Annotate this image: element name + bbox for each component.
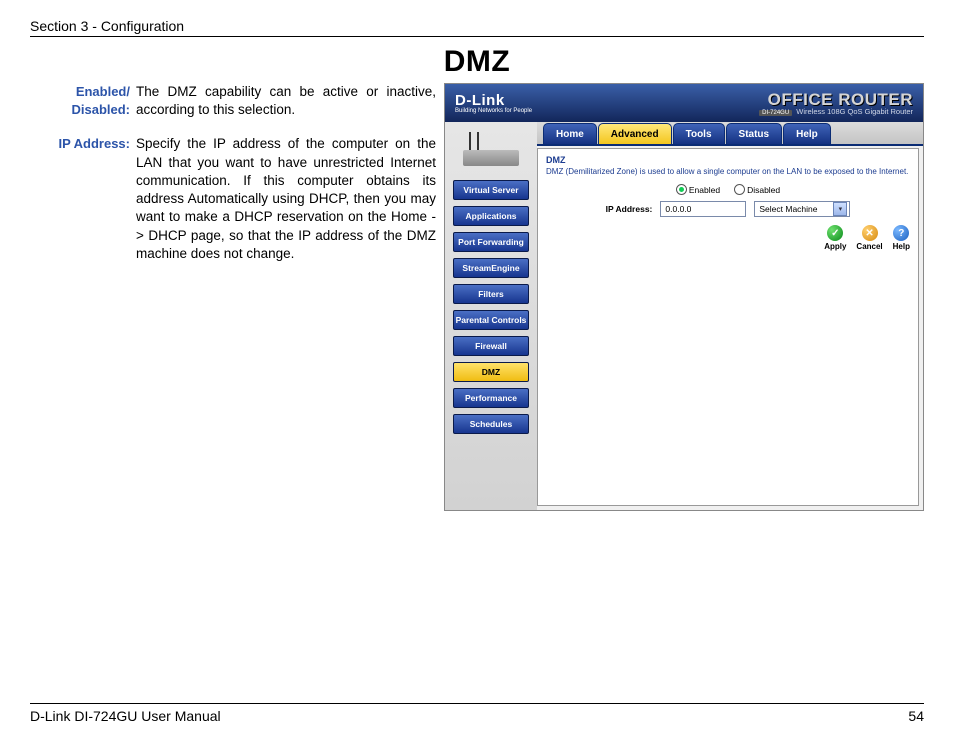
sidenav-port-forwarding[interactable]: Port Forwarding: [453, 232, 529, 252]
description-column: Enabled/ Disabled: The DMZ capability ca…: [30, 83, 436, 279]
radio-dot-icon: [676, 184, 687, 195]
question-icon: ?: [893, 225, 909, 241]
sidenav-schedules[interactable]: Schedules: [453, 414, 529, 434]
panel-title: DMZ: [546, 155, 910, 165]
radio-enabled[interactable]: Enabled: [676, 184, 720, 195]
footer-manual: D-Link DI-724GU User Manual: [30, 708, 221, 724]
x-icon: ✕: [862, 225, 878, 241]
footer-page: 54: [908, 708, 924, 724]
tab-home[interactable]: Home: [543, 123, 597, 144]
panel-desc: DMZ (Demilitarized Zone) is used to allo…: [546, 167, 910, 176]
brand-tagline: Building Networks for People: [455, 108, 532, 114]
router-image: [455, 130, 527, 170]
ip-label: IP Address:: [606, 204, 653, 214]
router-screenshot: D-Link Building Networks for People OFFI…: [444, 83, 924, 511]
sidenav-filters[interactable]: Filters: [453, 284, 529, 304]
router-header: D-Link Building Networks for People OFFI…: [445, 84, 923, 122]
sidenav-virtual-server[interactable]: Virtual Server: [453, 180, 529, 200]
dmz-panel: DMZ DMZ (Demilitarized Zone) is used to …: [537, 148, 919, 506]
tab-help[interactable]: Help: [783, 123, 831, 144]
section-header: Section 3 - Configuration: [30, 18, 924, 37]
product-name: OFFICE ROUTER: [759, 91, 913, 108]
sidenav-firewall[interactable]: Firewall: [453, 336, 529, 356]
tab-bar: Home Advanced Tools Status Help: [537, 122, 923, 146]
tab-advanced[interactable]: Advanced: [598, 123, 672, 144]
radio-disabled[interactable]: Disabled: [734, 184, 780, 195]
desc-text-ip: Specify the IP address of the computer o…: [136, 135, 436, 263]
apply-button[interactable]: ✓ Apply: [824, 225, 846, 251]
desc-label-enabled: Enabled/ Disabled:: [30, 83, 136, 119]
brand-logo: D-Link: [455, 92, 505, 109]
sidenav-dmz[interactable]: DMZ: [453, 362, 529, 382]
chevron-down-icon: ▾: [833, 202, 847, 216]
tab-tools[interactable]: Tools: [673, 123, 725, 144]
page-title: DMZ: [30, 45, 924, 79]
ip-input[interactable]: 0.0.0.0: [660, 201, 746, 217]
product-model: DI-724GU: [759, 110, 792, 116]
product-desc: Wireless 108G QoS Gigabit Router: [796, 107, 913, 116]
cancel-button[interactable]: ✕ Cancel: [856, 225, 882, 251]
help-button[interactable]: ? Help: [893, 225, 910, 251]
sidenav-parental-controls[interactable]: Parental Controls: [453, 310, 529, 330]
tab-status[interactable]: Status: [726, 123, 783, 144]
machine-select[interactable]: Select Machine ▾: [754, 201, 850, 217]
sidenav-performance[interactable]: Performance: [453, 388, 529, 408]
sidenav-streamengine[interactable]: StreamEngine: [453, 258, 529, 278]
check-icon: ✓: [827, 225, 843, 241]
desc-text-enabled: The DMZ capability can be active or inac…: [136, 83, 436, 119]
side-nav: Virtual Server Applications Port Forward…: [445, 122, 537, 510]
desc-label-ip: IP Address:: [30, 135, 136, 263]
radio-dot-icon: [734, 184, 745, 195]
sidenav-applications[interactable]: Applications: [453, 206, 529, 226]
